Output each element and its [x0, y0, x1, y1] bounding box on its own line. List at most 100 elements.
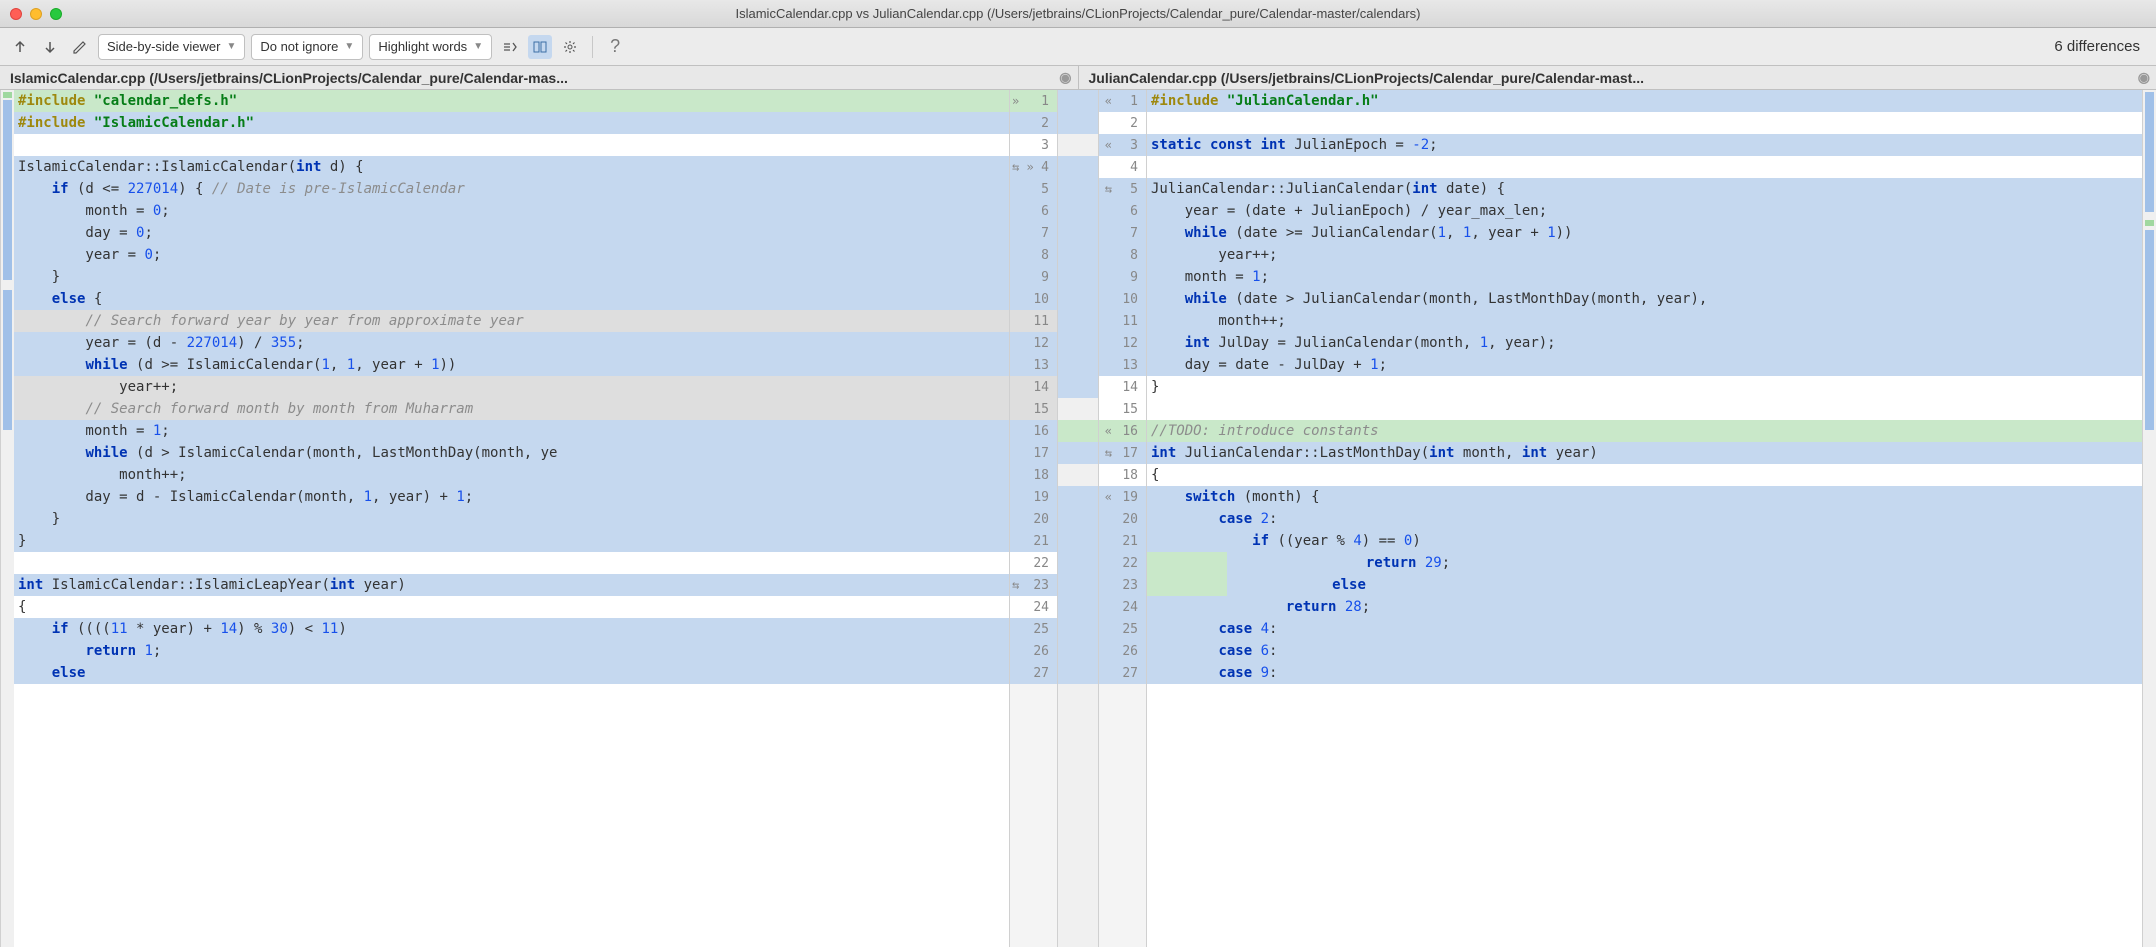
gutter-line: 16: [1010, 420, 1057, 442]
sync-scroll-icon[interactable]: [528, 35, 552, 59]
code-line[interactable]: if ((((11 * year) + 14) % 30) < 11): [14, 618, 1009, 640]
code-line[interactable]: #include "JulianCalendar.h": [1147, 90, 2142, 112]
code-line[interactable]: [1147, 398, 2142, 420]
code-line[interactable]: #include "IslamicCalendar.h": [14, 112, 1009, 134]
code-line[interactable]: switch (month) {: [1147, 486, 2142, 508]
code-line[interactable]: day = d - IslamicCalendar(month, 1, year…: [14, 486, 1009, 508]
code-line[interactable]: year = (d - 227014) / 355;: [14, 332, 1009, 354]
gutter-line: 19«: [1099, 486, 1146, 508]
gutter-line: 15: [1010, 398, 1057, 420]
left-gutter: 1»234⇆ »56789101112131415161718192021222…: [1009, 90, 1057, 947]
code-line[interactable]: IslamicCalendar::IslamicCalendar(int d) …: [14, 156, 1009, 178]
collapse-icon[interactable]: [498, 35, 522, 59]
help-icon[interactable]: ?: [603, 35, 627, 59]
maximize-window[interactable]: [50, 8, 62, 20]
code-line[interactable]: month++;: [1147, 310, 2142, 332]
right-file-tab: JulianCalendar.cpp (/Users/jetbrains/CLi…: [1078, 66, 2156, 89]
readonly-icon[interactable]: ◉: [1059, 69, 1071, 86]
code-line[interactable]: else: [14, 662, 1009, 684]
code-line[interactable]: return 28;: [1147, 596, 2142, 618]
ignore-mode-combo[interactable]: Do not ignore ▼: [251, 34, 363, 60]
code-line[interactable]: case 6:: [1147, 640, 2142, 662]
code-line[interactable]: if (d <= 227014) { // Date is pre-Islami…: [14, 178, 1009, 200]
code-line[interactable]: return 1;: [14, 640, 1009, 662]
code-line[interactable]: case 9:: [1147, 662, 2142, 684]
right-pane: 1«23«45⇆678910111213141516«17⇆1819«20212…: [1099, 90, 2142, 947]
viewer-mode-combo[interactable]: Side-by-side viewer ▼: [98, 34, 245, 60]
gutter-line: 14: [1010, 376, 1057, 398]
code-line[interactable]: else: [1147, 574, 2142, 596]
gutter-line: 6: [1099, 200, 1146, 222]
diff-splitter[interactable]: [1057, 90, 1099, 947]
code-line[interactable]: day = 0;: [14, 222, 1009, 244]
code-line[interactable]: int JulianCalendar::LastMonthDay(int mon…: [1147, 442, 2142, 464]
code-line[interactable]: }: [14, 508, 1009, 530]
code-line[interactable]: static const int JulianEpoch = -2;: [1147, 134, 2142, 156]
code-line[interactable]: [14, 134, 1009, 156]
code-line[interactable]: year = 0;: [14, 244, 1009, 266]
diff-body: #include "calendar_defs.h"#include "Isla…: [0, 90, 2156, 947]
gutter-line: 4: [1099, 156, 1146, 178]
minimize-window[interactable]: [30, 8, 42, 20]
settings-icon[interactable]: [558, 35, 582, 59]
gutter-line: 9: [1099, 266, 1146, 288]
ignore-mode-label: Do not ignore: [260, 39, 338, 54]
left-file-label: IslamicCalendar.cpp (/Users/jetbrains/CL…: [10, 70, 568, 86]
right-file-label: JulianCalendar.cpp (/Users/jetbrains/CLi…: [1089, 70, 1645, 86]
code-line[interactable]: year = (date + JulianEpoch) / year_max_l…: [1147, 200, 2142, 222]
code-line[interactable]: year++;: [1147, 244, 2142, 266]
right-code[interactable]: #include "JulianCalendar.h" static const …: [1147, 90, 2142, 947]
code-line[interactable]: // Search forward month by month from Mu…: [14, 398, 1009, 420]
gutter-line: 18: [1010, 464, 1057, 486]
right-gutter: 1«23«45⇆678910111213141516«17⇆1819«20212…: [1099, 90, 1147, 947]
readonly-icon[interactable]: ◉: [2138, 69, 2150, 86]
code-line[interactable]: [1147, 112, 2142, 134]
code-line[interactable]: // Search forward year by year from appr…: [14, 310, 1009, 332]
code-line[interactable]: }: [14, 266, 1009, 288]
code-line[interactable]: JulianCalendar::JulianCalendar(int date)…: [1147, 178, 2142, 200]
right-overview[interactable]: [2142, 90, 2156, 947]
code-line[interactable]: }: [1147, 376, 2142, 398]
code-line[interactable]: {: [1147, 464, 2142, 486]
gutter-line: 19: [1010, 486, 1057, 508]
gutter-line: 17⇆: [1099, 442, 1146, 464]
gutter-line: 26: [1099, 640, 1146, 662]
code-line[interactable]: day = date - JulDay + 1;: [1147, 354, 2142, 376]
code-line[interactable]: case 4:: [1147, 618, 2142, 640]
code-line[interactable]: while (d > IslamicCalendar(month, LastMo…: [14, 442, 1009, 464]
code-line[interactable]: month = 0;: [14, 200, 1009, 222]
gutter-line: 21: [1010, 530, 1057, 552]
code-line[interactable]: return 29;: [1147, 552, 2142, 574]
code-line[interactable]: int IslamicCalendar::IslamicLeapYear(int…: [14, 574, 1009, 596]
code-line[interactable]: //TODO: introduce constants: [1147, 420, 2142, 442]
code-line[interactable]: while (date >= JulianCalendar(1, 1, year…: [1147, 222, 2142, 244]
gutter-line: 3«: [1099, 134, 1146, 156]
code-line[interactable]: year++;: [14, 376, 1009, 398]
code-line[interactable]: while (d >= IslamicCalendar(1, 1, year +…: [14, 354, 1009, 376]
code-line[interactable]: int JulDay = JulianCalendar(month, 1, ye…: [1147, 332, 2142, 354]
code-line[interactable]: month = 1;: [14, 420, 1009, 442]
prev-diff-icon[interactable]: [8, 35, 32, 59]
next-diff-icon[interactable]: [38, 35, 62, 59]
code-line[interactable]: [1147, 156, 2142, 178]
gutter-line: 16«: [1099, 420, 1146, 442]
gutter-line: 13: [1010, 354, 1057, 376]
left-code[interactable]: #include "calendar_defs.h"#include "Isla…: [14, 90, 1009, 947]
close-window[interactable]: [10, 8, 22, 20]
gutter-line: 15: [1099, 398, 1146, 420]
left-overview[interactable]: [0, 90, 14, 947]
code-line[interactable]: else {: [14, 288, 1009, 310]
edit-icon[interactable]: [68, 35, 92, 59]
code-line[interactable]: month++;: [14, 464, 1009, 486]
code-line[interactable]: case 2:: [1147, 508, 2142, 530]
code-line[interactable]: while (date > JulianCalendar(month, Last…: [1147, 288, 2142, 310]
code-line[interactable]: if ((year % 4) == 0): [1147, 530, 2142, 552]
code-line[interactable]: month = 1;: [1147, 266, 2142, 288]
code-line[interactable]: [14, 552, 1009, 574]
gutter-line: 22: [1099, 552, 1146, 574]
code-line[interactable]: }: [14, 530, 1009, 552]
code-line[interactable]: {: [14, 596, 1009, 618]
highlight-mode-combo[interactable]: Highlight words ▼: [369, 34, 492, 60]
code-line[interactable]: #include "calendar_defs.h": [14, 90, 1009, 112]
gutter-line: 4⇆ »: [1010, 156, 1057, 178]
